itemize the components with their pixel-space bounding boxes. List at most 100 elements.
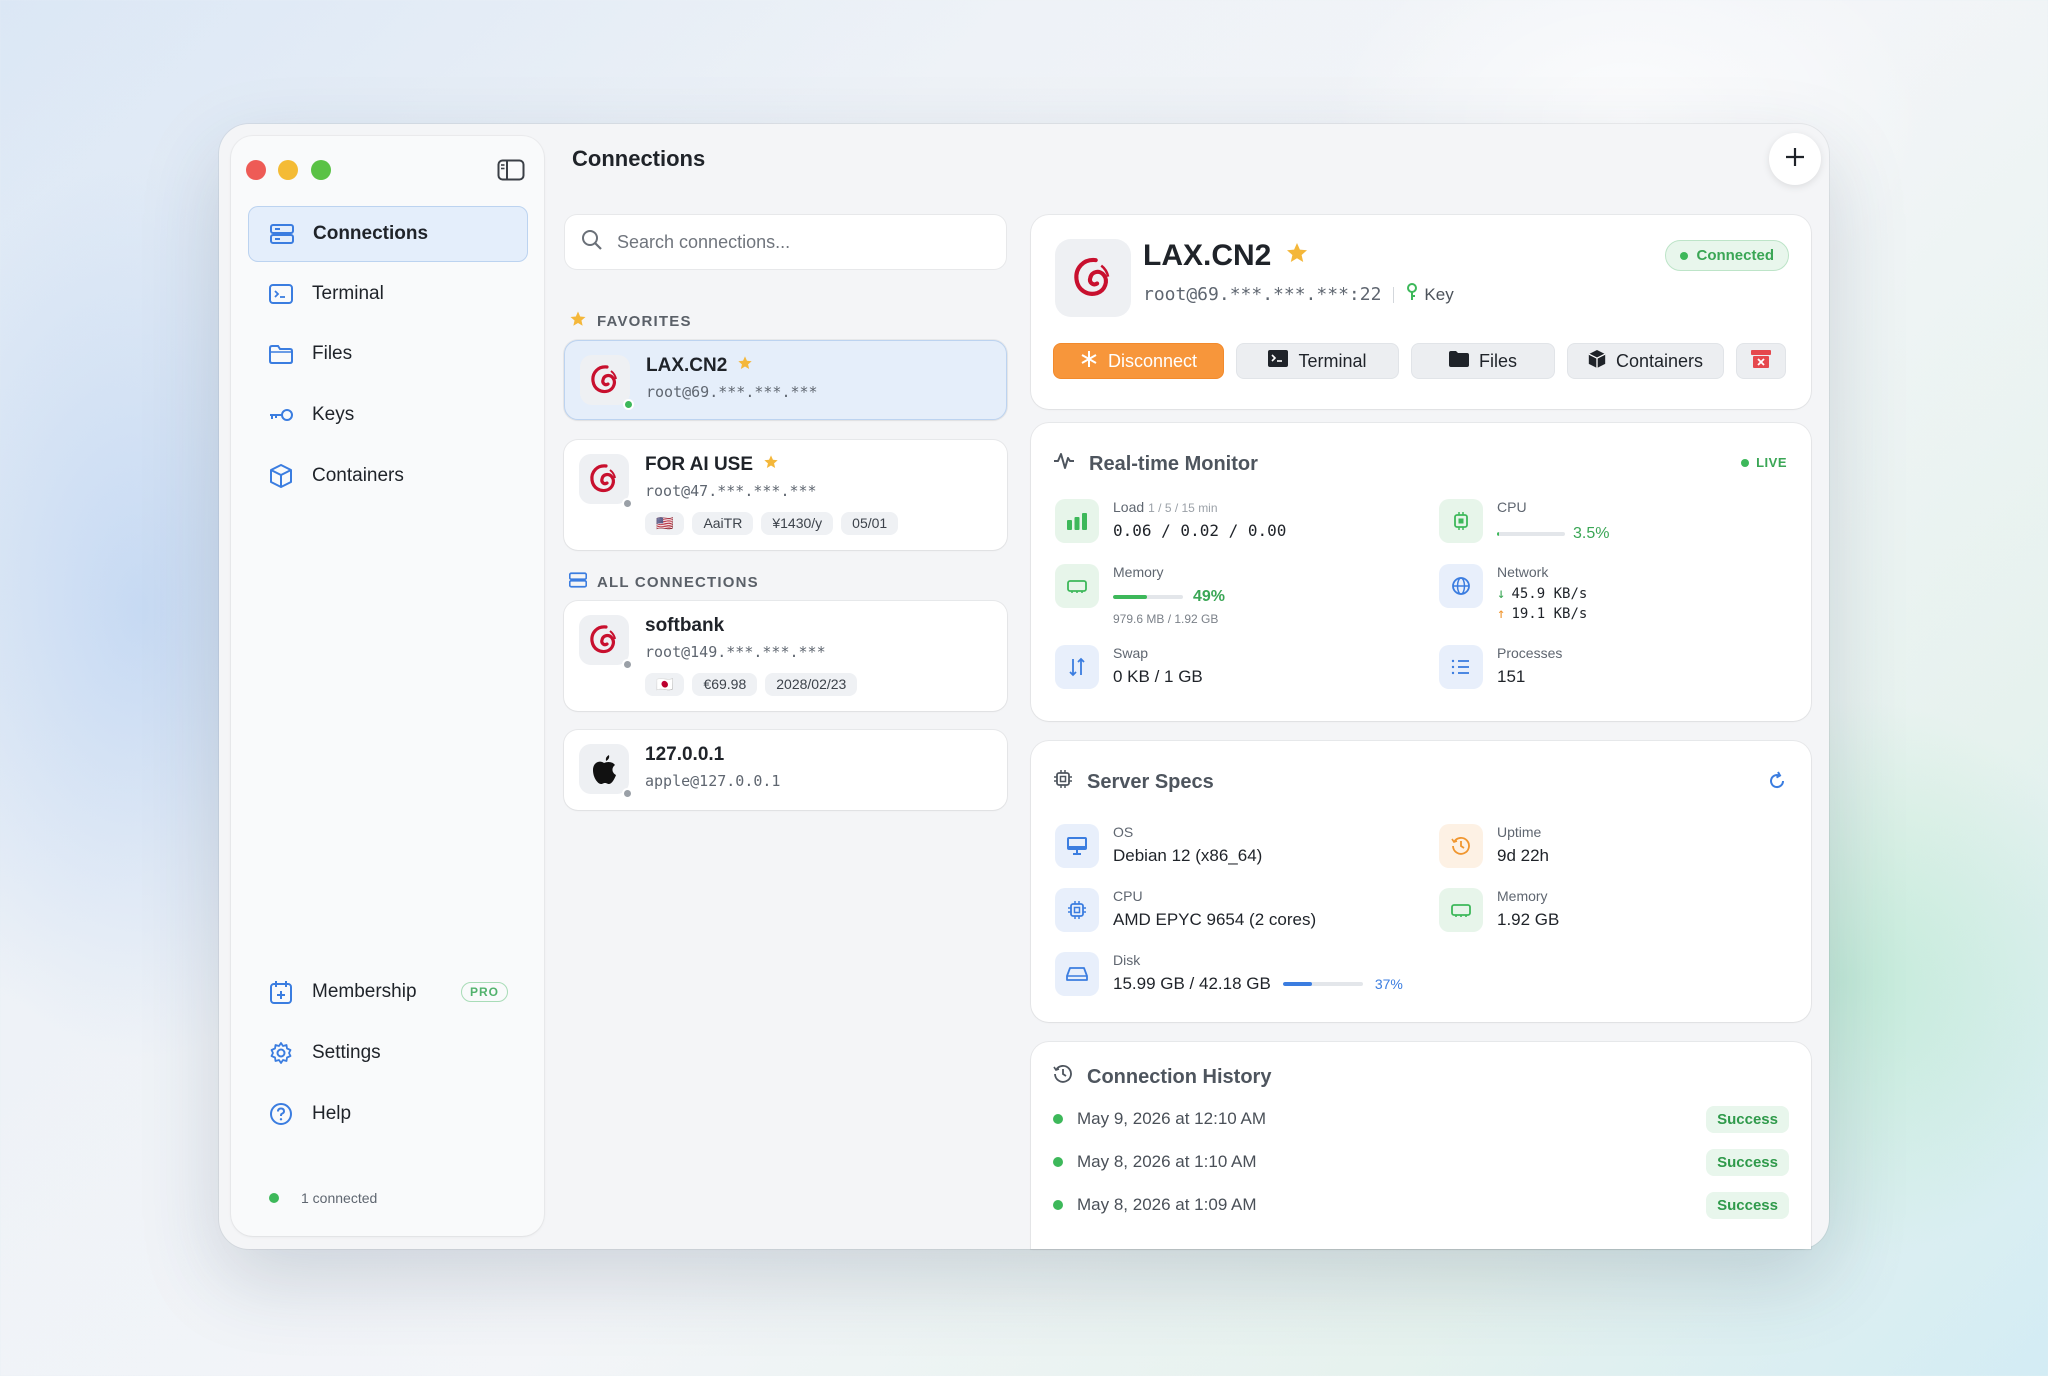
connection-card-localhost[interactable]: 127.0.0.1 apple@127.0.0.1 (564, 730, 1007, 810)
favorites-header: FAVORITES (569, 310, 692, 332)
globe-icon (1439, 564, 1483, 608)
sidebar-item-settings[interactable]: Settings (248, 1025, 528, 1081)
containers-button[interactable]: Containers (1567, 343, 1724, 379)
os-value: Debian 12 (x86_64) (1113, 846, 1263, 865)
files-button[interactable]: Files (1411, 343, 1555, 379)
sidebar-item-label: Settings (312, 1042, 381, 1063)
memory-metric: Memory 49% 979.6 MB / 1.92 GB (1055, 564, 1225, 626)
folder-icon (1448, 350, 1469, 372)
offline-status-dot (622, 659, 633, 670)
os-spec: OS Debian 12 (x86_64) (1055, 824, 1262, 868)
cube-icon (1588, 349, 1606, 374)
history-icon (1053, 1064, 1073, 1090)
debian-logo-icon (579, 454, 629, 504)
refresh-icon[interactable] (1767, 771, 1787, 796)
folder-icon (268, 341, 294, 367)
swap-icon (1055, 645, 1099, 689)
add-connection-button[interactable] (1769, 133, 1821, 185)
auth-method: Key (1424, 284, 1454, 304)
online-status-dot (623, 399, 634, 410)
terminal-icon (1268, 350, 1289, 372)
sidebar-item-membership[interactable]: Membership PRO (248, 964, 528, 1020)
sidebar-item-help[interactable]: Help (248, 1086, 528, 1142)
terminal-icon (268, 281, 294, 307)
key-icon (268, 402, 294, 428)
disconnect-button[interactable]: Disconnect (1053, 343, 1224, 379)
price-tag: €69.98 (692, 673, 758, 696)
memory-bar (1113, 595, 1183, 599)
status-badge: Connected (1665, 240, 1789, 271)
connection-card-for-ai-use[interactable]: FOR AI USE root@47.***.***.*** 🇺🇸 AaiTR … (564, 440, 1007, 550)
sidebar-item-keys[interactable]: Keys (248, 387, 528, 443)
server-name: LAX.CN2 (1143, 239, 1272, 272)
favorite-star-icon[interactable] (1285, 239, 1309, 273)
tag: AaiTR (692, 512, 754, 535)
success-badge: Success (1706, 1148, 1789, 1176)
minimize-window-button[interactable] (278, 160, 298, 180)
cpu-bar (1497, 532, 1565, 536)
terminal-button[interactable]: Terminal (1236, 343, 1399, 379)
list-icon (1439, 645, 1483, 689)
disk-icon (1055, 952, 1099, 996)
sidebar-item-connections[interactable]: Connections (248, 206, 528, 262)
debian-logo-icon (1055, 239, 1131, 317)
uptime-spec: Uptime 9d 22h (1439, 824, 1549, 868)
key-icon (1406, 283, 1418, 306)
network-up: 19.1 KB/s (1511, 606, 1588, 622)
history-row: May 9, 2026 at 12:10 AM Success (1053, 1104, 1789, 1134)
history-time: May 9, 2026 at 12:10 AM (1077, 1109, 1267, 1128)
cpu-spec-value: AMD EPYC 9654 (2 cores) (1113, 910, 1317, 929)
tag-list: 🇯🇵 €69.98 2028/02/23 (645, 673, 858, 696)
sidebar-item-label: Help (312, 1103, 352, 1124)
swap-value: 0 KB / 1 GB (1113, 667, 1203, 686)
history-time: May 8, 2026 at 1:09 AM (1077, 1195, 1257, 1214)
favorite-star-icon[interactable] (763, 454, 779, 476)
search-icon (581, 229, 603, 256)
sidebar-item-terminal[interactable]: Terminal (248, 266, 528, 322)
zoom-window-button[interactable] (311, 160, 331, 180)
success-badge: Success (1706, 1191, 1789, 1219)
disconnect-icon (1080, 350, 1098, 373)
price-tag: ¥1430/y (761, 512, 834, 535)
membership-icon (268, 979, 294, 1005)
sidebar-toggle-icon[interactable] (497, 159, 525, 181)
tag-list: 🇺🇸 AaiTR ¥1430/y 05/01 (645, 512, 899, 535)
favorites-label: FAVORITES (597, 312, 692, 330)
sidebar-item-files[interactable]: Files (248, 326, 528, 382)
panel-title: Real-time Monitor (1089, 452, 1258, 475)
date-tag: 05/01 (841, 512, 899, 535)
sidebar-item-containers[interactable]: Containers (248, 448, 528, 504)
connection-status-footer: 1 connected (269, 1190, 377, 1206)
online-status-dot (269, 1193, 279, 1203)
disk-spec: Disk 15.99 GB / 42.18 GB 37% (1055, 952, 1403, 996)
favorite-star-icon[interactable] (737, 355, 753, 377)
cube-icon (268, 463, 294, 489)
delete-button[interactable] (1736, 343, 1786, 379)
memory-spec: Memory 1.92 GB (1439, 888, 1559, 932)
sidebar-item-label: Connections (313, 223, 429, 244)
connection-host: apple@127.0.0.1 (645, 772, 781, 790)
connection-name: FOR AI USE (645, 454, 754, 475)
server-icon (269, 221, 295, 247)
disk-percent: 37% (1374, 976, 1403, 992)
close-window-button[interactable] (246, 160, 266, 180)
pulse-icon (1053, 451, 1075, 477)
apple-logo-icon (579, 744, 629, 794)
connection-name: LAX.CN2 (646, 355, 728, 376)
app-window: Connections Terminal Files Keys Containe… (219, 124, 1829, 1249)
disk-bar (1282, 982, 1363, 986)
panel-title: Server Specs (1087, 770, 1214, 793)
panel-title: Connection History (1087, 1065, 1272, 1088)
processes-metric: Processes 151 (1439, 645, 1562, 689)
search-input[interactable] (617, 231, 977, 253)
connection-card-softbank[interactable]: softbank root@149.***.***.*** 🇯🇵 €69.98 … (564, 601, 1007, 711)
network-metric: Network ↓ 45.9 KB/s ↑ 19.1 KB/s (1439, 564, 1587, 622)
processes-value: 151 (1497, 667, 1526, 686)
sidebar: Connections Terminal Files Keys Containe… (231, 136, 544, 1236)
connection-card-lax-cn2[interactable]: LAX.CN2 root@69.***.***.*** (564, 340, 1007, 420)
star-icon (569, 310, 587, 332)
memory-detail: 979.6 MB / 1.92 GB (1113, 612, 1219, 626)
load-metric: Load 1 / 5 / 15 min 0.06 / 0.02 / 0.00 (1055, 499, 1286, 543)
search-box (565, 215, 1006, 269)
connected-count: 1 connected (301, 1190, 378, 1206)
